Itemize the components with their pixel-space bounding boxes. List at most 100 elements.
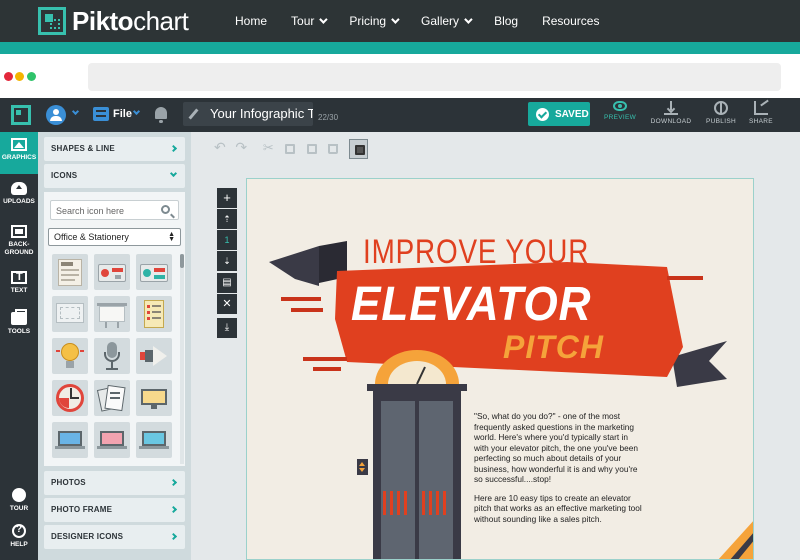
projector-screen-icon[interactable] (94, 296, 130, 332)
check-icon (536, 107, 549, 121)
rail-help[interactable]: HELP (0, 518, 38, 560)
headline-elevator[interactable]: ELEVATOR (351, 277, 591, 332)
search-icon[interactable] (161, 205, 170, 214)
icon-scrollbar[interactable] (180, 254, 184, 464)
shapes-line-section[interactable]: SHAPES & LINE (44, 137, 185, 161)
microphone-icon[interactable] (94, 338, 130, 374)
headline-improve-your[interactable]: IMPROVE YOUR (363, 233, 589, 272)
laptop-pink-icon[interactable] (94, 422, 130, 458)
nav-pricing[interactable]: Pricing (349, 14, 400, 28)
help-icon (12, 524, 26, 538)
window-close-dot[interactable] (4, 72, 13, 81)
page-number: 1 (217, 230, 237, 250)
bell-icon[interactable] (155, 107, 167, 123)
share-button[interactable]: SHARE (737, 101, 785, 125)
icon-search-field[interactable] (50, 200, 179, 220)
delete-icon[interactable] (323, 139, 341, 159)
clipboard-list-icon[interactable] (136, 296, 172, 332)
rail-text[interactable]: TEXT (0, 265, 38, 307)
infographic-title-field[interactable]: Your Infographic Title (183, 102, 313, 126)
select-all-icon[interactable] (349, 139, 368, 159)
icon-grid (52, 254, 172, 458)
icon-category-select[interactable]: Office & Stationery ▲ ▼ (48, 228, 181, 246)
icons-section[interactable]: ICONS (44, 164, 185, 188)
megaphone-icon[interactable] (136, 338, 172, 374)
chevron-down-icon (319, 15, 329, 24)
app-logo-icon[interactable] (11, 105, 31, 125)
background-icon (11, 225, 27, 238)
browser-chrome (0, 54, 800, 98)
infographic-page[interactable]: IMPROVE YOUR ELEVATOR PITCH "So, what do… (246, 178, 754, 560)
chevron-down-icon (391, 15, 400, 24)
designer-icons-section[interactable]: DESIGNER ICONS (44, 525, 185, 549)
pencil-icon (188, 108, 199, 120)
logo-text: Piktochart (72, 5, 189, 36)
radio-teal-icon[interactable] (136, 254, 172, 290)
user-avatar-icon[interactable] (46, 105, 66, 125)
body-paragraph: "So, what do you do?" - one of the most … (474, 411, 638, 484)
chevron-right-icon (169, 505, 178, 514)
graphics-icon (11, 138, 27, 151)
nav-home[interactable]: Home (235, 14, 267, 28)
text-icon (11, 271, 27, 284)
headline-pitch[interactable]: PITCH (503, 329, 604, 366)
rail-tools[interactable]: TOOLS (0, 306, 38, 348)
radio-icon[interactable] (94, 254, 130, 290)
piktochart-logo[interactable]: Piktochart (38, 5, 189, 36)
download-button[interactable]: DOWNLOAD (647, 101, 695, 125)
add-page-icon[interactable]: + (217, 188, 237, 208)
copy-icon[interactable] (280, 139, 298, 159)
eye-icon (613, 101, 627, 111)
logo-mark-icon (38, 7, 66, 35)
body-paragraph: Here are 10 easy tips to create an eleva… (474, 492, 642, 524)
tour-icon (12, 488, 26, 502)
move-down-icon[interactable]: ⇣ (217, 251, 237, 271)
site-nav: Home Tour Pricing Gallery Blog Resources (235, 0, 623, 42)
chevron-right-icon (169, 532, 178, 541)
add-page-below-icon[interactable]: ⤓ (217, 318, 237, 338)
documents-icon[interactable] (94, 380, 130, 416)
clock-chart-icon[interactable] (52, 380, 88, 416)
left-rail: GRAPHICS UPLOADS BACK- GROUND TEXT TOOLS… (0, 132, 38, 560)
icon-search-input[interactable] (56, 204, 156, 217)
editor-toolbar: File Your Infographic Title 22/30 SAVED … (0, 98, 800, 132)
site-header: Piktochart Home Tour Pricing Gallery Blo… (0, 0, 800, 42)
teal-divider (0, 42, 800, 54)
window-minimize-dot[interactable] (15, 72, 24, 81)
chevron-down-icon (464, 15, 473, 24)
file-menu[interactable]: File (113, 108, 132, 120)
duplicate-page-icon[interactable]: ▤ (217, 273, 237, 293)
page-side-tools: + ⇡ 1 ⇣ ▤ ✕ ⤓ (217, 188, 237, 339)
address-bar[interactable] (88, 63, 781, 91)
photos-section[interactable]: PHOTOS (44, 471, 185, 495)
rail-graphics[interactable]: GRAPHICS (0, 132, 38, 174)
paste-icon[interactable] (302, 139, 320, 159)
chevron-down-icon[interactable] (71, 107, 80, 116)
cut-icon[interactable]: ✂ (259, 139, 277, 159)
delete-page-icon[interactable]: ✕ (217, 294, 237, 314)
window-maximize-dot[interactable] (27, 72, 36, 81)
preview-button[interactable]: PREVIEW (596, 101, 644, 121)
laptop-blue-icon[interactable] (52, 422, 88, 458)
undo-icon[interactable]: ↶ (211, 139, 229, 159)
rail-background[interactable]: BACK- GROUND (0, 219, 38, 261)
nav-tour[interactable]: Tour (291, 14, 329, 28)
saved-button[interactable]: SAVED (528, 102, 590, 126)
monitor-frame-icon[interactable] (52, 296, 88, 332)
rail-uploads[interactable]: UPLOADS (0, 176, 38, 218)
file-icon[interactable] (93, 107, 109, 121)
nav-gallery[interactable]: Gallery (421, 14, 473, 28)
light-bulb-icon[interactable] (52, 338, 88, 374)
photo-frame-section[interactable]: PHOTO FRAME (44, 498, 185, 522)
newspaper-icon[interactable] (52, 254, 88, 290)
redo-icon[interactable]: ↷ (232, 139, 250, 159)
move-up-icon[interactable]: ⇡ (217, 209, 237, 229)
infographic-body-text[interactable]: "So, what do you do?" - one of the most … (474, 411, 642, 532)
nav-resources[interactable]: Resources (542, 14, 599, 28)
scrollbar-thumb[interactable] (180, 254, 184, 268)
chevron-down-icon[interactable] (132, 107, 141, 116)
monitor-yellow-icon[interactable] (136, 380, 172, 416)
laptop-teal-icon[interactable] (136, 422, 172, 458)
infographic-title[interactable]: Your Infographic Title (210, 106, 313, 121)
nav-blog[interactable]: Blog (494, 14, 518, 28)
